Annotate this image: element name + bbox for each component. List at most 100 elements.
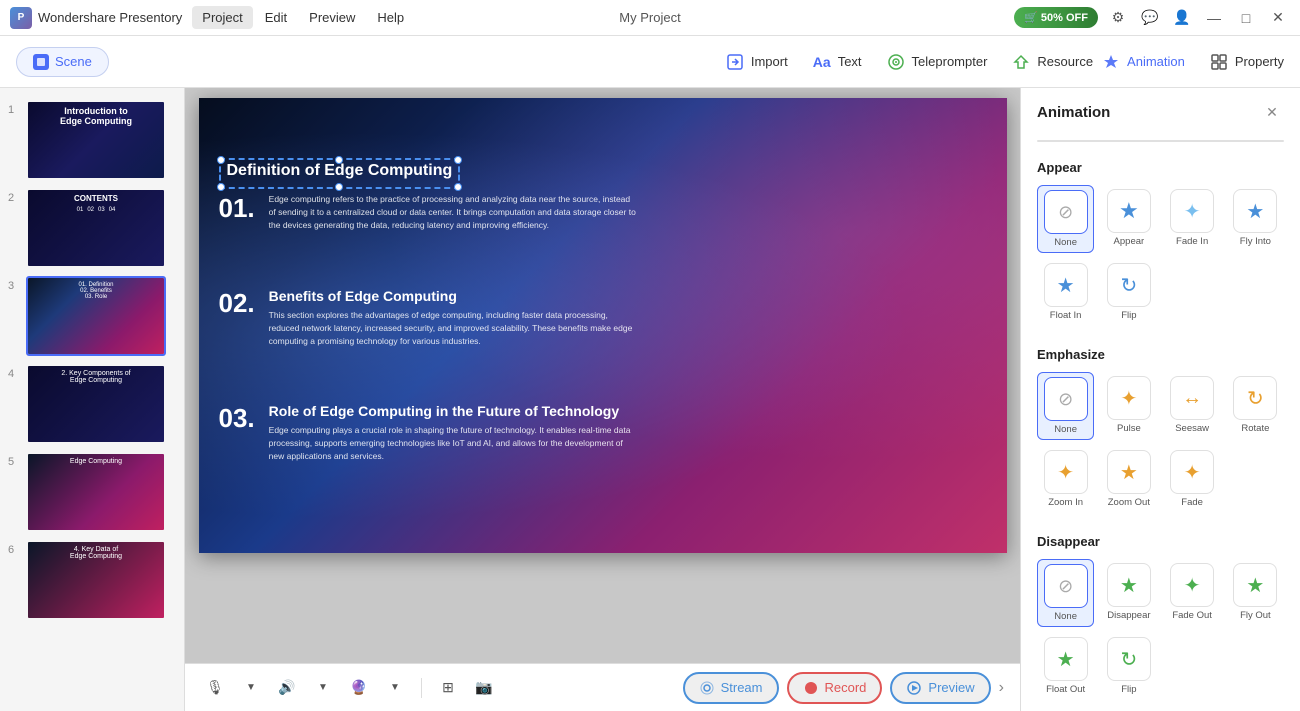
slide-thumb-4[interactable]: 2. Key Components ofEdge Computing bbox=[26, 364, 166, 444]
close-button[interactable]: ✕ bbox=[1266, 6, 1290, 30]
emph-none[interactable]: ⊘ None bbox=[1037, 372, 1094, 440]
property-button[interactable]: Property bbox=[1209, 52, 1284, 72]
emph-rotate[interactable]: ↻ Rotate bbox=[1227, 372, 1284, 440]
settings-icon[interactable]: ⚙ bbox=[1106, 6, 1130, 30]
volume-dropdown[interactable]: ▼ bbox=[309, 674, 337, 702]
appear-appear-label: Appear bbox=[1114, 236, 1145, 247]
resource-button[interactable]: Resource bbox=[1011, 52, 1093, 72]
property-icon bbox=[1209, 52, 1229, 72]
emph-seesaw[interactable]: ↔ Seesaw bbox=[1164, 372, 1221, 440]
slide-thumb-5[interactable]: Edge Computing bbox=[26, 452, 166, 532]
minimize-button[interactable]: — bbox=[1202, 6, 1226, 30]
disap-floatout[interactable]: ★ Float Out bbox=[1037, 633, 1094, 699]
user-icon[interactable]: 👤 bbox=[1170, 6, 1194, 30]
disap-flip[interactable]: ↻ Flip bbox=[1100, 633, 1157, 699]
menu-help[interactable]: Help bbox=[367, 6, 414, 29]
disap-flyout-label: Fly Out bbox=[1240, 610, 1271, 621]
import-icon bbox=[725, 52, 745, 72]
emph-none-icon: ⊘ bbox=[1044, 377, 1088, 421]
chat-icon[interactable]: 💬 bbox=[1138, 6, 1162, 30]
emph-pulse-icon: ✦ bbox=[1107, 376, 1151, 420]
mic-button[interactable]: 🎙 bbox=[201, 674, 229, 702]
scene-button[interactable]: Scene bbox=[16, 47, 109, 77]
block2-content: Benefits of Edge Computing This section … bbox=[269, 288, 639, 347]
menu-edit[interactable]: Edit bbox=[255, 6, 297, 29]
slide-number-6: 6 bbox=[8, 544, 20, 556]
slide-item-1[interactable]: 1 Introduction toEdge Computing bbox=[0, 96, 184, 184]
disap-fadeout-icon: ✦ bbox=[1170, 563, 1214, 607]
disap-floatout-label: Float Out bbox=[1046, 684, 1085, 695]
emph-zoomout[interactable]: ★ Zoom Out bbox=[1100, 446, 1157, 512]
block3-body: Edge computing plays a crucial role in s… bbox=[269, 424, 639, 462]
slide-canvas[interactable]: Definition of Edge Computing 01. Edge co… bbox=[199, 98, 1007, 553]
emph-fade[interactable]: ✦ Fade bbox=[1164, 446, 1221, 512]
slide-item-6[interactable]: 6 4. Key Data ofEdge Computing bbox=[0, 536, 184, 624]
next-arrow[interactable]: › bbox=[999, 679, 1004, 697]
appear-flyinto[interactable]: ★ Fly Into bbox=[1227, 185, 1284, 253]
preview-button[interactable]: Preview bbox=[890, 672, 990, 704]
block1-inner: 01. Edge computing refers to the practic… bbox=[219, 193, 987, 231]
appear-flip-icon: ↻ bbox=[1107, 263, 1151, 307]
block3-inner: 03. Role of Edge Computing in the Future… bbox=[219, 403, 987, 462]
disap-fadeout[interactable]: ✦ Fade Out bbox=[1164, 559, 1221, 627]
layout-button[interactable]: ⊞ bbox=[434, 674, 462, 702]
appear-appear[interactable]: ★ Appear bbox=[1100, 185, 1157, 253]
emph-pulse[interactable]: ✦ Pulse bbox=[1100, 372, 1157, 440]
camera-button[interactable]: 📷 bbox=[470, 674, 498, 702]
slide-thumb-text-3: 01. Definition02. Benefits03. Role bbox=[28, 278, 164, 304]
preview-icon bbox=[906, 680, 922, 696]
appear-fadein-icon: ✦ bbox=[1170, 189, 1214, 233]
disap-none-icon: ⊘ bbox=[1044, 564, 1088, 608]
animation-close-button[interactable]: ✕ bbox=[1260, 100, 1284, 124]
menu-preview[interactable]: Preview bbox=[299, 6, 365, 29]
text-button[interactable]: Aa Text bbox=[812, 52, 862, 72]
emphasize-title: Emphasize bbox=[1037, 347, 1284, 362]
slide-panel: 1 Introduction toEdge Computing 2 CONTEN… bbox=[0, 88, 185, 711]
animation-button[interactable]: Animation bbox=[1101, 52, 1185, 72]
maximize-button[interactable]: □ bbox=[1234, 6, 1258, 30]
mic-dropdown[interactable]: ▼ bbox=[237, 674, 265, 702]
record-button[interactable]: Record bbox=[787, 672, 883, 704]
appear-flyinto-icon: ★ bbox=[1233, 189, 1277, 233]
slide-thumb-6[interactable]: 4. Key Data ofEdge Computing bbox=[26, 540, 166, 620]
scene-icon bbox=[33, 54, 49, 70]
appear-floatin[interactable]: ★ Float In bbox=[1037, 259, 1094, 325]
import-button[interactable]: Import bbox=[725, 52, 788, 72]
divider-1 bbox=[421, 678, 422, 698]
preview-label: Preview bbox=[928, 680, 974, 695]
appear-fadein-label: Fade In bbox=[1176, 236, 1208, 247]
slide-thumb-3[interactable]: 01. Definition02. Benefits03. Role bbox=[26, 276, 166, 356]
appear-flip[interactable]: ↻ Flip bbox=[1100, 259, 1157, 325]
appear-fadein[interactable]: ✦ Fade In bbox=[1164, 185, 1221, 253]
slide-thumb-1[interactable]: Introduction toEdge Computing bbox=[26, 100, 166, 180]
block2-body: This section explores the advantages of … bbox=[269, 309, 639, 347]
teleprompter-button[interactable]: Teleprompter bbox=[886, 52, 988, 72]
stream-button[interactable]: Stream bbox=[683, 672, 779, 704]
text-icon: Aa bbox=[812, 52, 832, 72]
effects-button[interactable]: 🔮 bbox=[345, 674, 373, 702]
slide-thumb-2[interactable]: CONTENTS 01020304 bbox=[26, 188, 166, 268]
tab-order[interactable]: Order bbox=[1161, 141, 1284, 142]
slide-item-4[interactable]: 4 2. Key Components ofEdge Computing bbox=[0, 360, 184, 448]
effects-dropdown[interactable]: ▼ bbox=[381, 674, 409, 702]
menu-project[interactable]: Project bbox=[192, 6, 252, 29]
promo-button[interactable]: 🛒 50% OFF bbox=[1014, 7, 1098, 28]
slide-item-2[interactable]: 2 CONTENTS 01020304 bbox=[0, 184, 184, 272]
block2-title: Benefits of Edge Computing bbox=[269, 288, 639, 304]
disap-none[interactable]: ⊘ None bbox=[1037, 559, 1094, 627]
emph-zoomout-icon: ★ bbox=[1107, 450, 1151, 494]
appear-none-label: None bbox=[1054, 237, 1077, 248]
appear-none[interactable]: ⊘ None bbox=[1037, 185, 1094, 253]
disap-fadeout-label: Fade Out bbox=[1172, 610, 1212, 621]
appear-section: Appear ⊘ None ★ Appear ✦ Fade In ★ Fly I… bbox=[1021, 152, 1300, 339]
disap-flyout[interactable]: ★ Fly Out bbox=[1227, 559, 1284, 627]
tab-set-action[interactable]: Set action bbox=[1038, 141, 1161, 142]
slide-block-3: 03. Role of Edge Computing in the Future… bbox=[219, 403, 987, 462]
disappear-section: Disappear ⊘ None ★ Disappear ✦ Fade Out … bbox=[1021, 526, 1300, 711]
emph-zoomin[interactable]: ✦ Zoom In bbox=[1037, 446, 1094, 512]
slide-item-5[interactable]: 5 Edge Computing bbox=[0, 448, 184, 536]
disap-disappear[interactable]: ★ Disappear bbox=[1100, 559, 1157, 627]
block3-num: 03. bbox=[219, 403, 255, 434]
slide-item-3[interactable]: 3 01. Definition02. Benefits03. Role bbox=[0, 272, 184, 360]
volume-button[interactable]: 🔊 bbox=[273, 674, 301, 702]
